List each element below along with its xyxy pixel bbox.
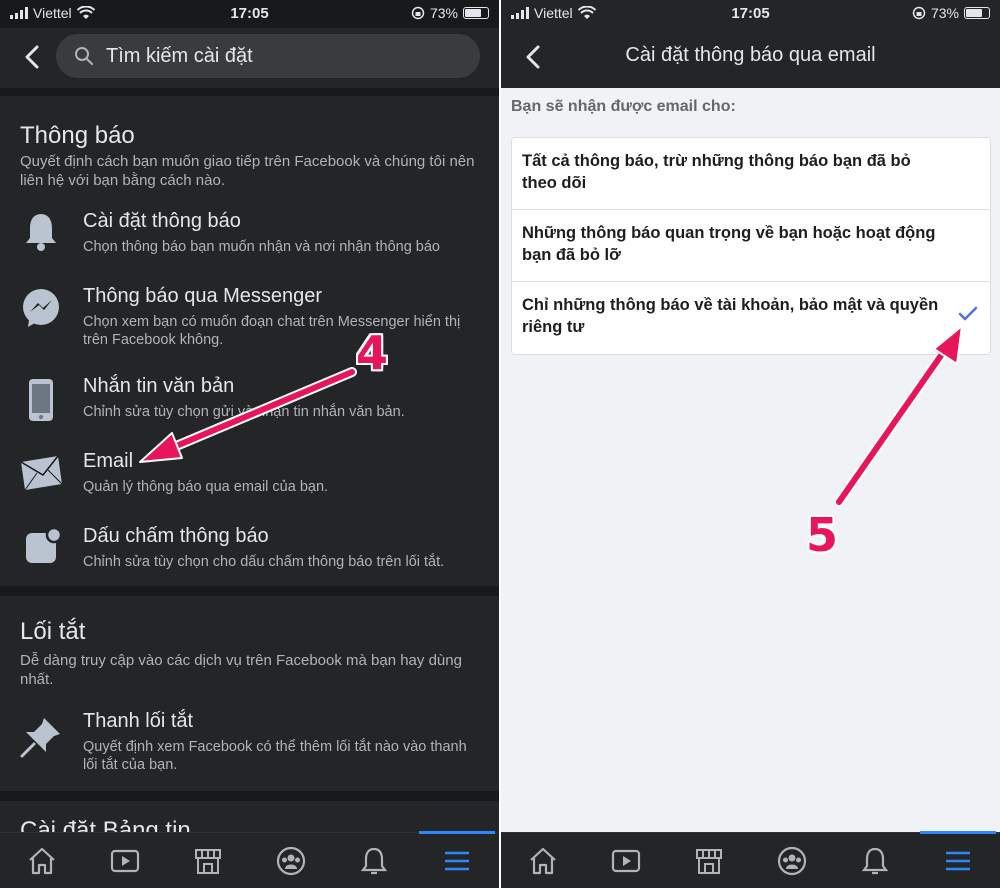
annotation-arrow	[834, 325, 963, 507]
annotation-arrow	[139, 367, 357, 463]
step-number-4: 4	[356, 326, 389, 380]
step-number-5: 5	[806, 508, 839, 562]
right-screen: Viettel 17:05 73% Cài đặt thông báo qua …	[501, 0, 1000, 888]
left-screen: Viettel 17:05 73% Thông báo Quyết định c…	[0, 0, 499, 888]
